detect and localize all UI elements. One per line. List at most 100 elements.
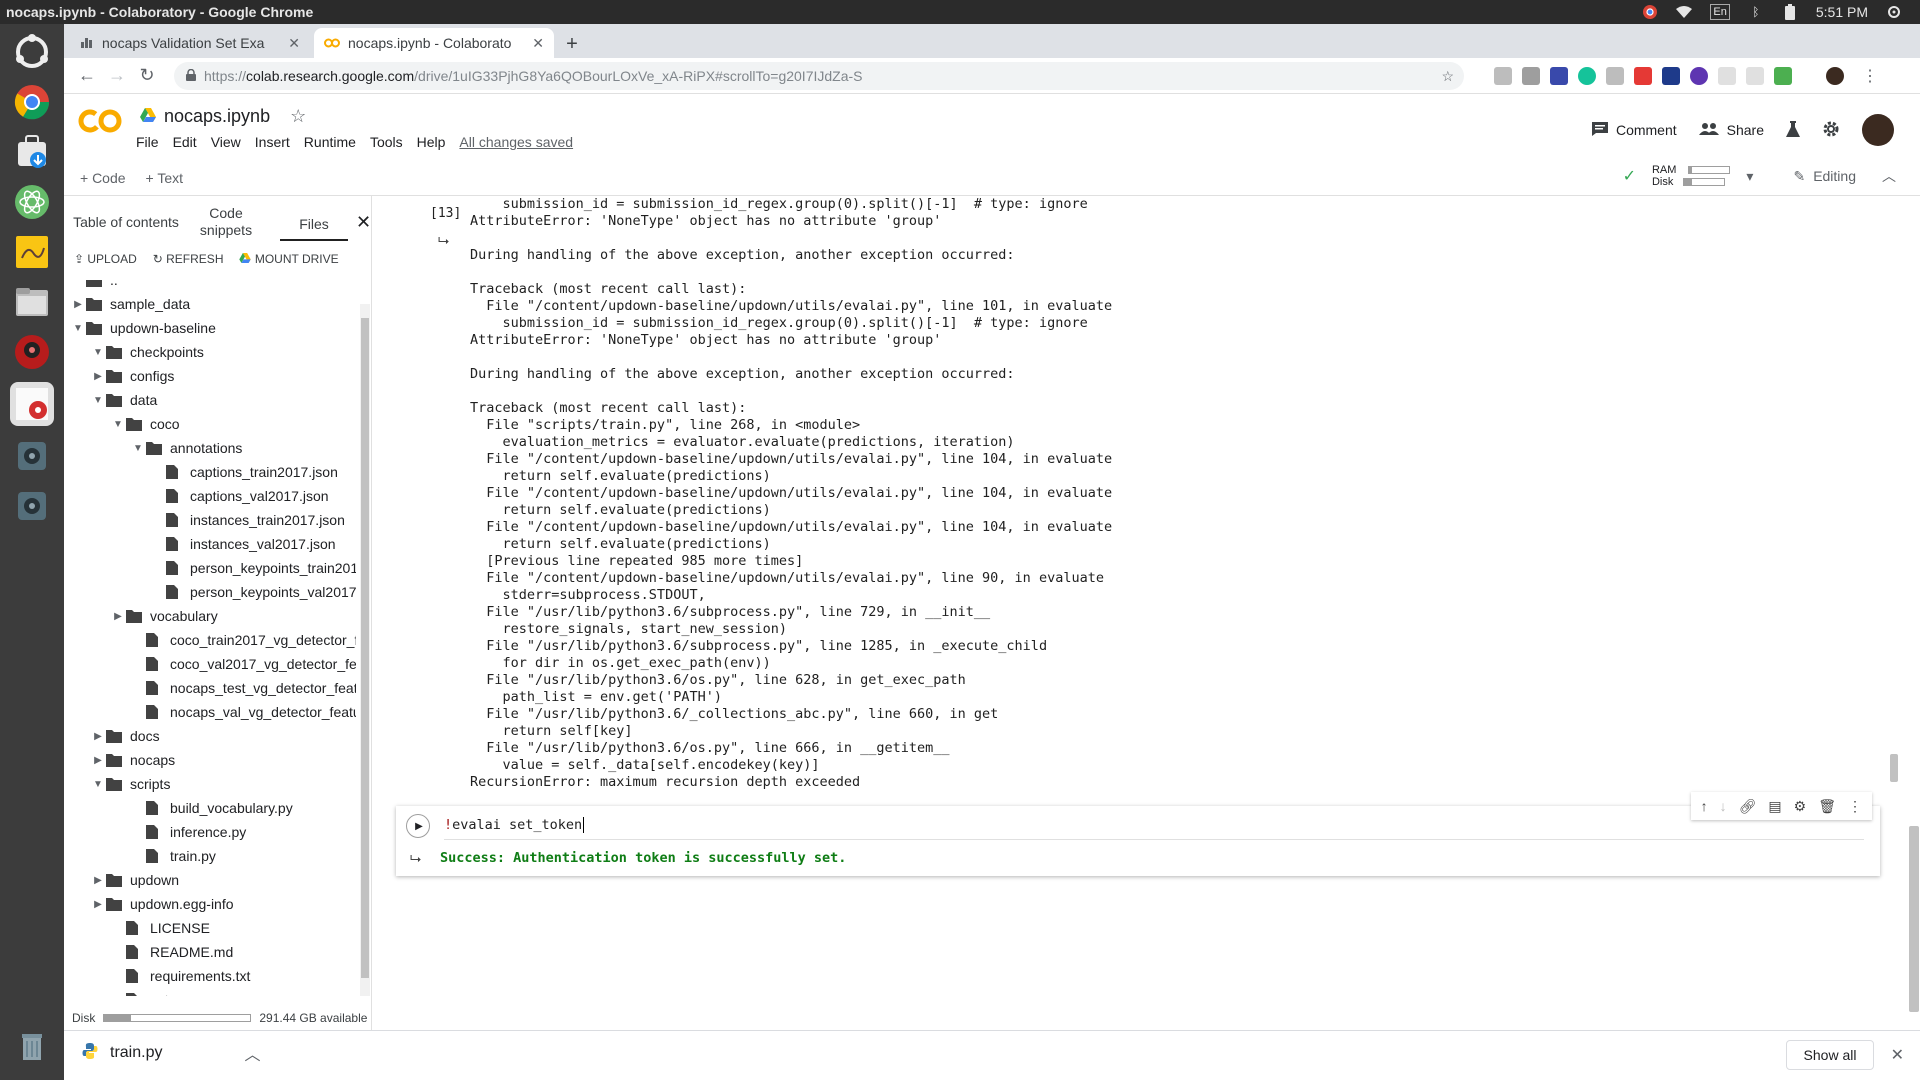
file-item[interactable]: README.md (110, 940, 233, 964)
close-shelf-icon[interactable]: ✕ (1891, 1045, 1904, 1065)
tab-close-icon[interactable]: ✕ (288, 35, 300, 52)
comment-button[interactable]: Comment (1591, 121, 1677, 139)
extension-icon[interactable] (1494, 67, 1512, 85)
extension-icon[interactable] (1718, 67, 1736, 85)
file-item[interactable]: nocaps_val_vg_detector_featu... (130, 700, 356, 724)
menu-edit[interactable]: Edit (173, 134, 197, 150)
terminal-game-icon[interactable] (10, 330, 54, 374)
resource-meters[interactable]: RAM Disk (1652, 164, 1731, 188)
files-app-icon[interactable] (10, 280, 54, 324)
caret-down-icon[interactable]: ▼ (90, 779, 106, 790)
extension-icon[interactable] (1634, 67, 1652, 85)
caret-down-icon[interactable]: ▼ (90, 347, 106, 358)
extension-icon[interactable] (1746, 67, 1764, 85)
file-item[interactable]: person_keypoints_train201... (150, 556, 356, 580)
output-scrollbar[interactable] (1888, 196, 1900, 796)
new-tab-button[interactable]: + (560, 32, 584, 56)
extension-icon[interactable] (1606, 67, 1624, 85)
upload-button[interactable]: ⇪ UPLOAD (74, 252, 137, 266)
chrome-tray-icon[interactable] (1642, 4, 1658, 20)
tab-nocaps-validation[interactable]: nocaps Validation Set Exa ✕ (70, 28, 310, 58)
tab-close-icon[interactable]: ✕ (532, 35, 544, 52)
software-store-icon[interactable] (10, 130, 54, 174)
power-gear-icon[interactable] (1886, 4, 1902, 20)
screen-recorder-icon[interactable] (10, 382, 54, 426)
file-item[interactable]: build_vocabulary.py (130, 796, 293, 820)
caret-right-icon[interactable]: ▶ (90, 899, 106, 910)
folder-item[interactable]: ▶ configs (90, 364, 174, 388)
bluetooth-icon[interactable]: ᛒ (1748, 4, 1764, 20)
bookmark-star-icon[interactable]: ☆ (1441, 68, 1454, 85)
caret-down-icon[interactable]: ▼ (110, 419, 126, 430)
folder-item[interactable]: ▶ sample_data (70, 292, 190, 316)
file-item[interactable]: captions_train2017.json (150, 460, 338, 484)
chrome-app-icon[interactable] (10, 80, 54, 124)
star-icon[interactable]: ☆ (290, 106, 306, 127)
webcam-app-2-icon[interactable] (10, 484, 54, 528)
runtime-dropdown-icon[interactable]: ▾ (1746, 168, 1753, 185)
add-text-button[interactable]: + Text (146, 170, 184, 186)
extension-icon[interactable] (1690, 67, 1708, 85)
menu-view[interactable]: View (211, 134, 241, 150)
file-item[interactable]: captions_val2017.json (150, 484, 329, 508)
atom-editor-icon[interactable] (10, 180, 54, 224)
refresh-button[interactable]: ↻ REFRESH (153, 252, 224, 266)
extension-icon[interactable] (1550, 67, 1568, 85)
tab-table-of-contents[interactable]: Table of contents (64, 214, 188, 231)
caret-down-icon[interactable]: ▼ (130, 443, 146, 454)
caret-down-icon[interactable]: ▼ (90, 395, 106, 406)
folder-item[interactable]: ▼ updown-baseline (70, 316, 216, 340)
code-cell-active[interactable]: ↑ ↓ 🔗︎ ▤ ⚙ 🗑︎ ⋮ ▶ !evalai set_token ⮡ Su… (396, 792, 1880, 876)
menu-file[interactable]: File (136, 134, 159, 150)
address-bar[interactable]: https://colab.research.google.com/drive/… (174, 62, 1464, 90)
folder-item[interactable]: ▶ updown.egg-info (90, 892, 233, 916)
menu-tools[interactable]: Tools (370, 134, 403, 150)
extension-icon[interactable] (1774, 67, 1792, 85)
folder-item[interactable]: ▼ checkpoints (90, 340, 204, 364)
battery-icon[interactable] (1782, 4, 1798, 20)
extension-icon[interactable] (1662, 67, 1680, 85)
caret-right-icon[interactable]: ▶ (70, 299, 86, 310)
folder-item[interactable]: ▼ data (90, 388, 157, 412)
flask-icon[interactable] (1786, 120, 1800, 140)
file-item[interactable]: coco_val2017_vg_detector_fe... (130, 652, 356, 676)
chrome-menu-icon[interactable]: ⋮ (1862, 66, 1878, 86)
file-item[interactable]: requirements.txt (110, 964, 250, 988)
share-button[interactable]: Share (1698, 122, 1764, 138)
show-all-button[interactable]: Show all (1786, 1040, 1874, 1070)
mount-drive-button[interactable]: MOUNT DRIVE (239, 252, 339, 266)
reload-icon[interactable]: ↻ (132, 61, 162, 91)
menu-help[interactable]: Help (417, 134, 446, 150)
add-code-button[interactable]: + Code (80, 170, 126, 186)
caret-right-icon[interactable]: ▶ (90, 371, 106, 382)
tab-nocaps-ipynb[interactable]: nocaps.ipynb - Colaborato ✕ (314, 28, 554, 58)
folder-item[interactable]: ▶ updown (90, 868, 179, 892)
download-item[interactable]: train.py ︿ (82, 1041, 260, 1065)
folder-item[interactable]: ▶ nocaps (90, 748, 175, 772)
output-arrow-icon[interactable]: ⮡ (438, 232, 449, 249)
menu-insert[interactable]: Insert (255, 134, 290, 150)
ubuntu-dash-icon[interactable] (10, 30, 54, 74)
file-item[interactable]: train.py (130, 844, 216, 868)
forward-arrow-icon[interactable]: → (102, 61, 132, 91)
grammarly-extension-icon[interactable] (1578, 67, 1596, 85)
file-item[interactable]: nocaps_test_vg_detector_feat... (130, 676, 356, 700)
file-item[interactable]: person_keypoints_val2017.... (150, 580, 356, 604)
folder-item[interactable]: ▶ docs (90, 724, 159, 748)
close-panel-icon[interactable]: ✕ (356, 212, 371, 233)
folder-item[interactable]: ▼ scripts (90, 772, 170, 796)
tab-code-snippets[interactable]: Code snippets (188, 205, 264, 239)
file-item[interactable]: instances_train2017.json (150, 508, 345, 532)
folder-item[interactable]: ▼ coco (110, 412, 180, 436)
file-item[interactable]: inference.py (130, 820, 246, 844)
sticky-notes-icon[interactable] (10, 230, 54, 274)
language-indicator[interactable]: En (1710, 4, 1730, 20)
file-item[interactable]: setup.py (110, 988, 203, 996)
caret-down-icon[interactable]: ▼ (70, 323, 86, 334)
back-arrow-icon[interactable]: ← (72, 61, 102, 91)
download-menu-chevron-icon[interactable]: ︿ (244, 1041, 260, 1065)
caret-right-icon[interactable]: ▶ (90, 731, 106, 742)
code-editor[interactable]: !evalai set_token (444, 810, 1864, 840)
editing-mode-button[interactable]: ✎ Editing (1793, 168, 1856, 185)
menu-runtime[interactable]: Runtime (304, 134, 356, 150)
